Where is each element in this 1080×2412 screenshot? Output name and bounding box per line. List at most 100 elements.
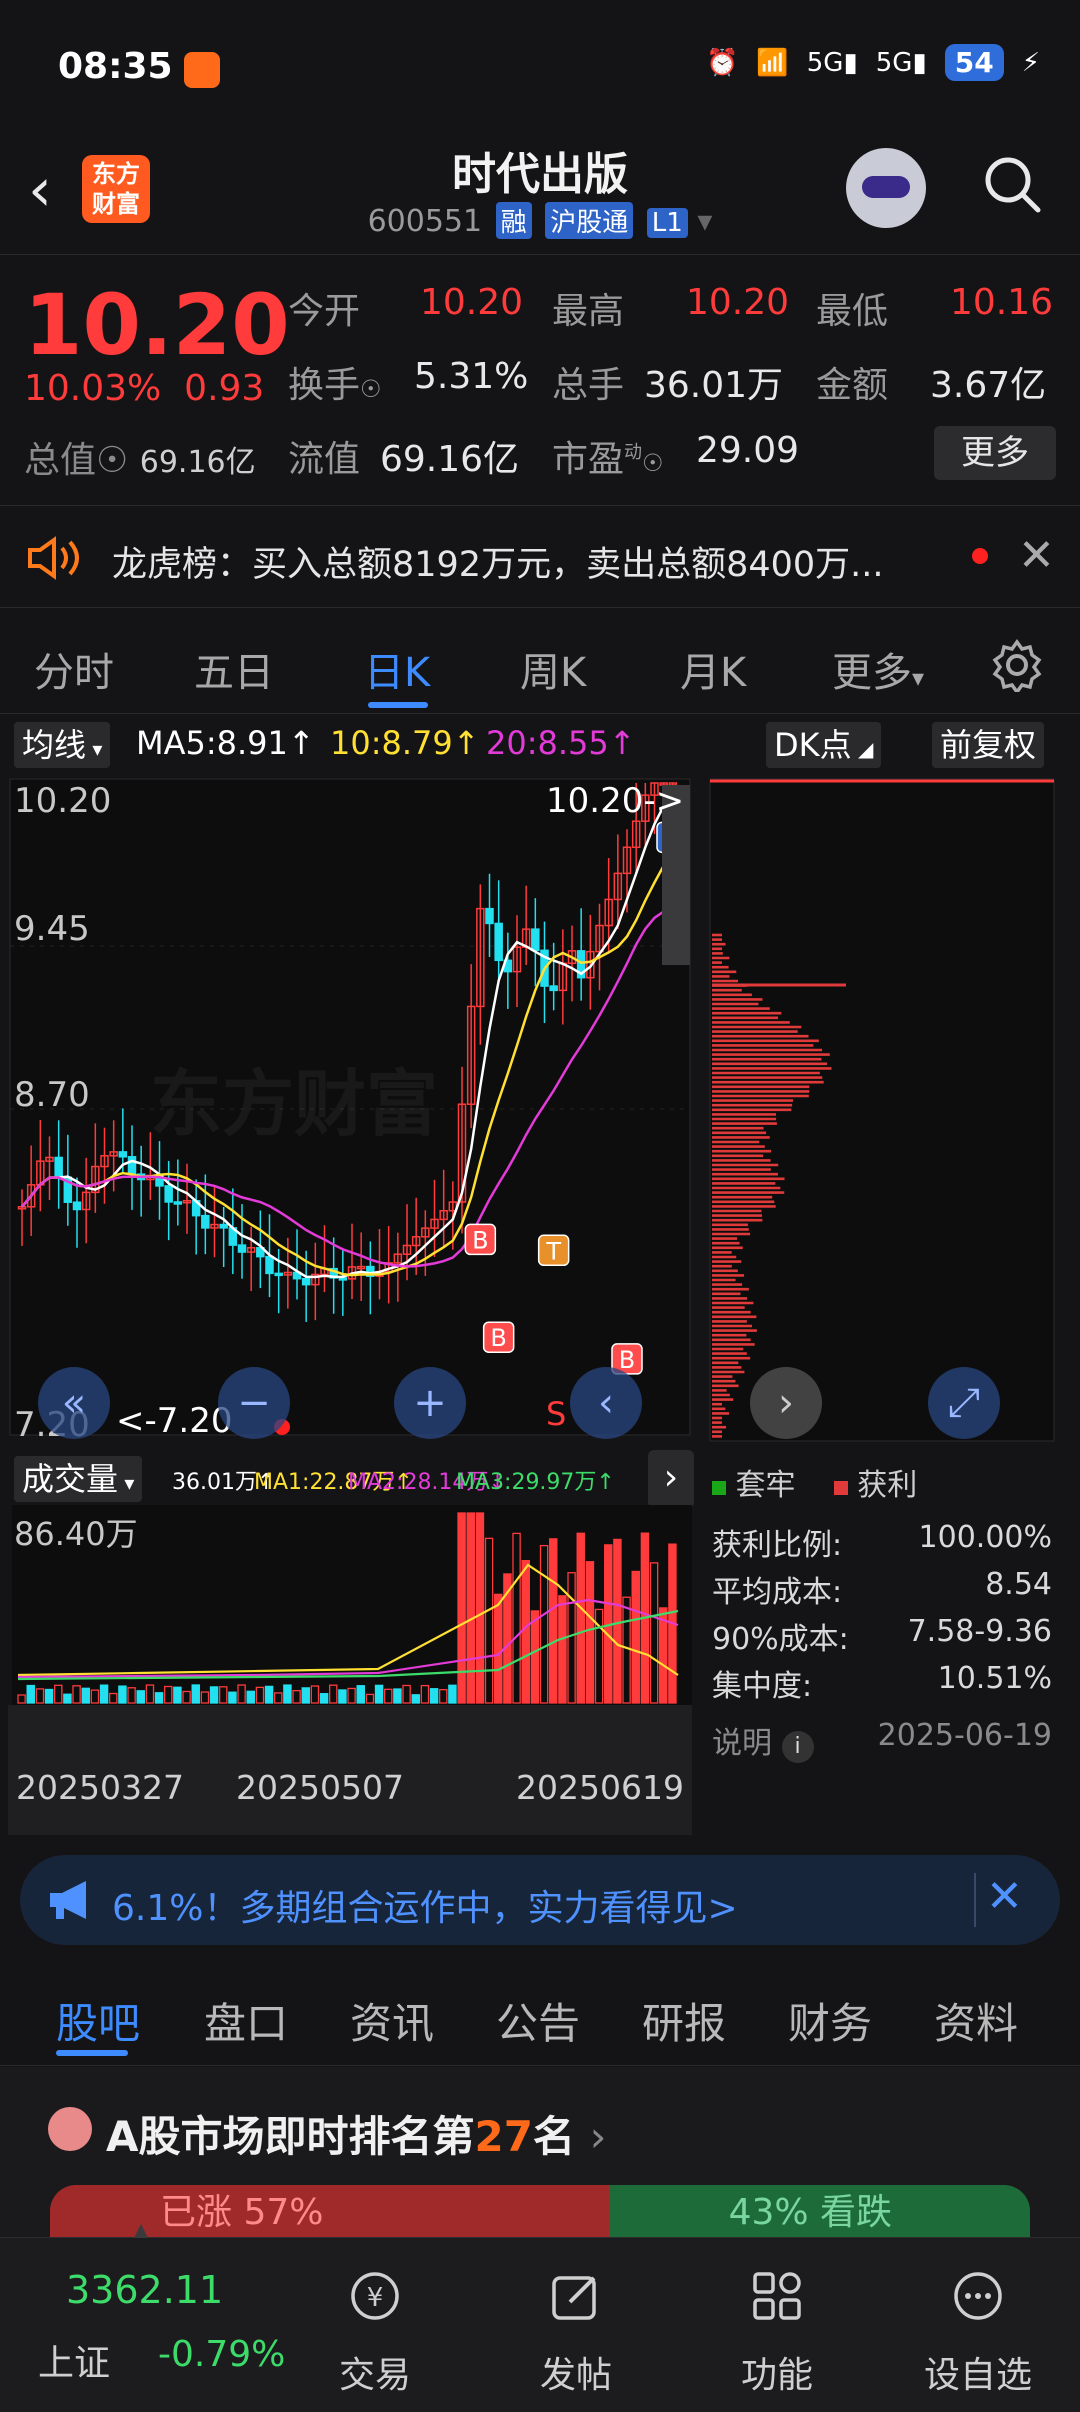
high-value: 10.20 xyxy=(686,282,790,323)
expand-icon[interactable]: ⤢ xyxy=(928,1367,1000,1439)
open-value: 10.20 xyxy=(420,282,524,323)
edit-icon xyxy=(552,2276,596,2320)
sentiment-bar[interactable]: 已涨 57% 43% 看跌 xyxy=(50,2185,1030,2237)
tab-market-depth[interactable]: 盘口 xyxy=(204,1990,288,2051)
tab-daily-k[interactable]: 日K xyxy=(364,640,430,698)
search-icon[interactable] xyxy=(980,152,1044,216)
volume-bar xyxy=(457,1512,466,1704)
volume-ma3: MA3:29.97万↑ xyxy=(456,1470,615,1495)
dragon-tiger-banner[interactable]: 龙虎榜：买入总额8192万元，卖出总额8400万... ✕ xyxy=(0,508,1080,608)
candle-body xyxy=(549,985,558,992)
volume-bar xyxy=(118,1685,127,1704)
tab-announcements[interactable]: 公告 xyxy=(496,1990,580,2051)
tab-monthly-k[interactable]: 月K xyxy=(680,640,746,698)
volume-bar xyxy=(154,1692,164,1704)
volume-bar xyxy=(530,1610,540,1704)
pe-value: 29.09 xyxy=(696,430,800,471)
battery-icon: 54 xyxy=(944,44,1004,81)
cost-90-row: 90%成本: 7.58-9.36 xyxy=(712,1614,1052,1657)
last-price-tag: 10.20-> xyxy=(546,781,685,821)
volume-value: 36.01万 xyxy=(644,365,784,406)
low-value: 10.16 xyxy=(950,282,1054,323)
chip-next-icon[interactable]: › xyxy=(750,1367,822,1439)
trade-marker-label: B xyxy=(490,1324,506,1352)
market-rank-card[interactable]: A股市场即时排名第27名 › 已涨 57% 43% 看跌 xyxy=(0,2067,1080,2237)
last-price: 10.20 xyxy=(24,276,290,374)
tab-more[interactable]: 更多▾ xyxy=(832,640,924,698)
more-dots-icon xyxy=(954,2272,1002,2320)
chevron-down-icon: ▾ xyxy=(697,204,713,239)
candle-body xyxy=(531,928,540,952)
chip-distribution-chart[interactable]: › ⤢ xyxy=(706,775,1056,1445)
tab-financials[interactable]: 财务 xyxy=(788,1990,872,2051)
close-icon[interactable]: ✕ xyxy=(1018,530,1055,581)
volume-bar xyxy=(549,1538,558,1704)
chip-distribution-svg xyxy=(709,778,1055,1442)
tab-weekly-k[interactable]: 周K xyxy=(520,640,586,698)
more-button[interactable]: 更多 xyxy=(934,426,1056,480)
open-field: 今开 xyxy=(288,291,361,332)
x-label-3: 20250619 xyxy=(516,1768,684,1807)
volume-bar xyxy=(393,1688,402,1704)
volume-bar xyxy=(99,1684,109,1704)
tab-five-day[interactable]: 五日 xyxy=(194,640,274,698)
megaphone-icon xyxy=(50,1881,86,1919)
ma20-label: 20:8.55↑ xyxy=(486,724,636,762)
promo-close-icon[interactable]: ✕ xyxy=(986,1871,1023,1922)
tab-news[interactable]: 资讯 xyxy=(350,1990,434,2051)
status-icons: ⏰ 📶 5G▮ 5G▮ 54 ⚡ xyxy=(706,44,1040,81)
scroll-left-icon[interactable]: ‹ xyxy=(570,1367,642,1439)
profit-ratio-row: 获利比例: 100.00% xyxy=(712,1520,1052,1563)
alarm-icon: ⏰ xyxy=(705,47,739,78)
volume-bar xyxy=(576,1532,585,1704)
signal-2: 5G▮ xyxy=(875,47,927,78)
grid-apps-icon xyxy=(753,2272,801,2320)
candlestick-chart[interactable]: BBTBSS 东方财富 10.20 9.45 8.70 7.20 10.20->… xyxy=(0,775,700,1445)
expand-indicator-icon[interactable]: › xyxy=(648,1450,694,1508)
status-bar: 08:35 ⏰ 📶 5G▮ 5G▮ 54 ⚡ xyxy=(0,0,1080,130)
x-label-1: 20250327 xyxy=(16,1768,184,1807)
tab-research[interactable]: 研报 xyxy=(642,1990,726,2051)
info-icon: ☉ xyxy=(360,375,382,403)
zoom-out-icon[interactable]: − xyxy=(218,1367,290,1439)
stock-header: ‹ 东方 财富 时代出版 600551 融 沪股通 L1 ▾ xyxy=(0,130,1080,255)
volume-bar xyxy=(466,1512,475,1704)
candle-body xyxy=(127,1156,137,1175)
stock-code: 600551 xyxy=(367,204,483,239)
chip-note-row[interactable]: 说明 i 2025-06-19 xyxy=(712,1718,1052,1763)
price-change: 10.03% 0.93 xyxy=(24,368,265,409)
index-name[interactable]: 上证 xyxy=(38,2334,110,2386)
candle-body xyxy=(494,922,503,962)
x-label-2: 20250507 xyxy=(236,1768,404,1807)
dk-point-select[interactable]: DK点 ◢ xyxy=(766,722,882,768)
rank-chart-icon xyxy=(48,2107,92,2151)
volume-bar xyxy=(264,1685,274,1704)
zoom-in-icon[interactable]: + xyxy=(394,1367,466,1439)
y-label-3: 8.70 xyxy=(14,1075,90,1115)
volume-chart[interactable]: 86.40万 xyxy=(12,1505,692,1705)
tab-forum[interactable]: 股吧 xyxy=(56,1990,140,2051)
volume-bar xyxy=(558,1595,567,1704)
ma-select[interactable]: 均线 ▾ xyxy=(14,722,111,768)
assistant-robot-icon[interactable] xyxy=(846,148,926,228)
chip-date: 2025-06-19 xyxy=(877,1718,1052,1753)
candle-body xyxy=(338,1277,348,1281)
promo-text: 6.1%！多期组合运作中，实力看得见> xyxy=(112,1888,738,1929)
turnover-field[interactable]: 换手☉ xyxy=(288,356,382,408)
settings-gear-icon[interactable] xyxy=(990,638,1044,692)
volume-bar xyxy=(283,1684,292,1704)
adjust-select[interactable]: 前复权 xyxy=(932,722,1045,768)
turnover-value: 5.31% xyxy=(414,356,529,397)
promo-banner[interactable]: 6.1%！多期组合运作中，实力看得见> ✕ xyxy=(20,1855,1060,1945)
tag-level: L1 xyxy=(646,208,688,238)
tab-intraday[interactable]: 分时 xyxy=(34,640,114,698)
volume-bar xyxy=(356,1685,365,1704)
scroll-left-fast-icon[interactable]: « xyxy=(38,1367,110,1439)
total-market-cap[interactable]: 总值☉ 69.16亿 xyxy=(24,431,256,483)
index-value[interactable]: 3362.11 xyxy=(66,2268,223,2312)
tab-profile[interactable]: 资料 xyxy=(934,1990,1018,2051)
volume-select[interactable]: 成交量 ▾ xyxy=(14,1456,143,1502)
index-change[interactable]: -0.79% xyxy=(158,2334,285,2375)
ma10-label: 10:8.79↑ xyxy=(330,724,480,762)
pe-field[interactable]: 市盈动☉ xyxy=(552,430,664,482)
